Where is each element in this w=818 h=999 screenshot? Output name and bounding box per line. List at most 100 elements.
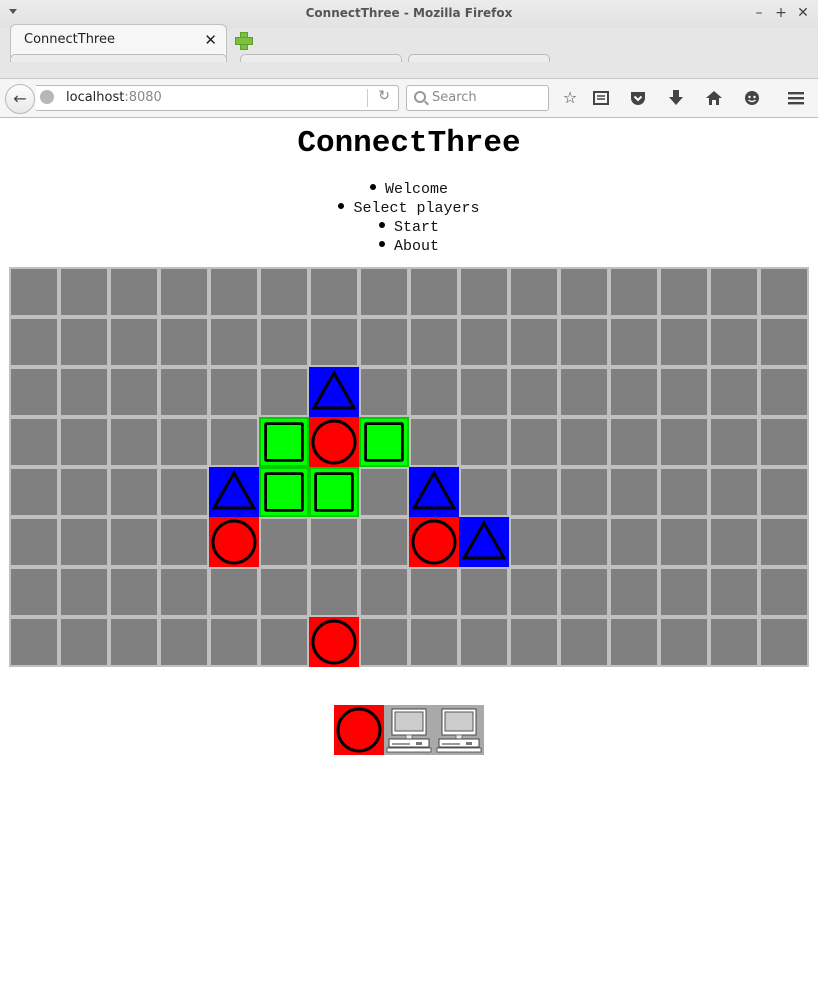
board-cell-blue-triangle[interactable] (309, 367, 359, 417)
board-cell[interactable] (411, 569, 457, 615)
board-cell[interactable] (511, 469, 557, 515)
board-cell[interactable] (311, 569, 357, 615)
board-cell[interactable] (711, 269, 757, 315)
board-cell[interactable] (111, 519, 157, 565)
board-cell[interactable] (661, 619, 707, 665)
board-cell[interactable] (611, 419, 657, 465)
board-cell[interactable] (361, 369, 407, 415)
nav-link-about[interactable]: About (394, 238, 439, 255)
board-cell[interactable] (461, 469, 507, 515)
board-cell[interactable] (211, 619, 257, 665)
board-cell[interactable] (411, 419, 457, 465)
new-tab-icon[interactable] (234, 31, 253, 50)
board-cell[interactable] (711, 569, 757, 615)
back-button[interactable]: ← (5, 84, 35, 114)
reading-list-icon[interactable] (590, 87, 612, 109)
board-cell[interactable] (261, 569, 307, 615)
board-cell[interactable] (711, 419, 757, 465)
board-cell[interactable] (61, 469, 107, 515)
board-cell[interactable] (361, 519, 407, 565)
board-cell-red-circle[interactable] (309, 417, 359, 467)
board-cell[interactable] (211, 319, 257, 365)
board-cell[interactable] (211, 369, 257, 415)
board-cell[interactable] (11, 419, 57, 465)
board-cell[interactable] (761, 419, 807, 465)
board-cell[interactable] (61, 619, 107, 665)
board-cell[interactable] (461, 619, 507, 665)
board-cell[interactable] (261, 269, 307, 315)
board-cell[interactable] (661, 369, 707, 415)
board-cell[interactable] (611, 569, 657, 615)
pocket-icon[interactable] (627, 87, 649, 109)
board-cell[interactable] (361, 619, 407, 665)
board-cell[interactable] (611, 519, 657, 565)
board-cell[interactable] (61, 319, 107, 365)
board-cell[interactable] (461, 369, 507, 415)
hamburger-menu-icon[interactable] (785, 87, 807, 109)
board-cell[interactable] (11, 469, 57, 515)
board-cell[interactable] (561, 619, 607, 665)
board-cell[interactable] (761, 369, 807, 415)
board-cell[interactable] (661, 569, 707, 615)
board-cell[interactable] (461, 419, 507, 465)
board-cell[interactable] (11, 569, 57, 615)
nav-link-start[interactable]: Start (394, 219, 439, 236)
board-cell[interactable] (361, 469, 407, 515)
board-cell[interactable] (161, 369, 207, 415)
board-cell-blue-triangle[interactable] (459, 517, 509, 567)
maximize-icon[interactable]: + (772, 4, 790, 22)
board-cell[interactable] (761, 619, 807, 665)
board-cell[interactable] (11, 619, 57, 665)
url-bar[interactable]: localhost:8080 ↻ (36, 85, 399, 111)
board-cell[interactable] (161, 319, 207, 365)
board-cell[interactable] (211, 269, 257, 315)
hello-chat-icon[interactable] (741, 87, 763, 109)
board-cell[interactable] (761, 319, 807, 365)
human-player-button[interactable] (334, 705, 384, 755)
board-cell-green-square[interactable] (259, 467, 309, 517)
board-cell[interactable] (661, 419, 707, 465)
board-cell[interactable] (611, 319, 657, 365)
board-cell[interactable] (161, 269, 207, 315)
board-cell[interactable] (161, 619, 207, 665)
board-cell-red-circle[interactable] (209, 517, 259, 567)
board-cell[interactable] (511, 519, 557, 565)
site-identity-icon[interactable] (40, 90, 54, 104)
board-cell[interactable] (161, 569, 207, 615)
minimize-icon[interactable]: – (750, 4, 768, 22)
board-cell[interactable] (261, 369, 307, 415)
board-cell[interactable] (161, 419, 207, 465)
board-cell[interactable] (611, 619, 657, 665)
board-cell[interactable] (511, 269, 557, 315)
board-cell[interactable] (761, 269, 807, 315)
board-cell[interactable] (111, 319, 157, 365)
board-cell[interactable] (611, 469, 657, 515)
board-cell[interactable] (461, 269, 507, 315)
board-cell[interactable] (361, 319, 407, 365)
board-cell[interactable] (211, 419, 257, 465)
board-cell-blue-triangle[interactable] (209, 467, 259, 517)
board-cell[interactable] (61, 419, 107, 465)
board-cell[interactable] (661, 319, 707, 365)
board-cell[interactable] (511, 369, 557, 415)
board-cell[interactable] (561, 419, 607, 465)
board-cell[interactable] (761, 569, 807, 615)
board-cell[interactable] (411, 619, 457, 665)
board-cell[interactable] (61, 519, 107, 565)
board-cell[interactable] (111, 269, 157, 315)
board-cell[interactable] (11, 519, 57, 565)
reload-icon[interactable]: ↻ (378, 88, 390, 104)
board-cell[interactable] (561, 319, 607, 365)
board-cell-green-square[interactable] (309, 467, 359, 517)
board-cell[interactable] (511, 569, 557, 615)
search-input[interactable]: Search (406, 85, 549, 111)
board-cell[interactable] (561, 569, 607, 615)
board-cell[interactable] (311, 269, 357, 315)
board-cell[interactable] (461, 319, 507, 365)
board-cell[interactable] (561, 369, 607, 415)
board-cell[interactable] (111, 469, 157, 515)
board-cell[interactable] (561, 269, 607, 315)
board-cell[interactable] (111, 569, 157, 615)
board-cell[interactable] (761, 519, 807, 565)
board-cell-blue-triangle[interactable] (409, 467, 459, 517)
